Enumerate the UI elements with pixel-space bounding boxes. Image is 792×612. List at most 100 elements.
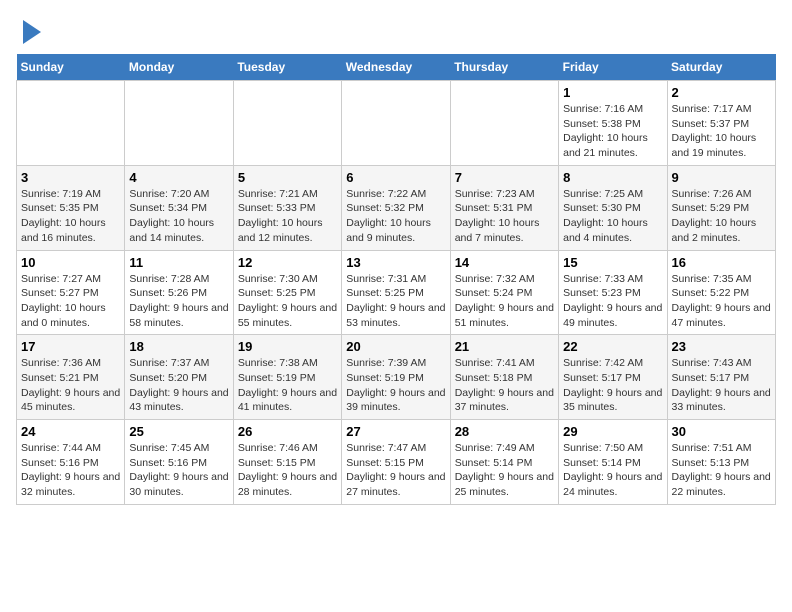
day-info: Sunrise: 7:41 AM Sunset: 5:18 PM Dayligh… bbox=[455, 356, 554, 415]
calendar-table: SundayMondayTuesdayWednesdayThursdayFrid… bbox=[16, 54, 776, 505]
day-info: Sunrise: 7:22 AM Sunset: 5:32 PM Dayligh… bbox=[346, 187, 445, 246]
calendar-cell: 23 Sunrise: 7:43 AM Sunset: 5:17 PM Dayli… bbox=[667, 335, 775, 420]
column-header-tuesday: Tuesday bbox=[233, 54, 341, 81]
day-number: 10 bbox=[21, 255, 120, 270]
calendar-cell bbox=[125, 81, 233, 166]
calendar-cell: 25Sunrise: 7:45 AM Sunset: 5:16 PM Dayli… bbox=[125, 420, 233, 505]
day-number: 2 bbox=[672, 85, 771, 100]
calendar-cell: 29 Sunrise: 7:50 AM Sunset: 5:14 PM Dayli… bbox=[559, 420, 667, 505]
day-info: Sunrise: 7:42 AM Sunset: 5:17 PM Dayligh… bbox=[563, 356, 662, 415]
day-number: 5 bbox=[238, 170, 337, 185]
day-number: 6 bbox=[346, 170, 445, 185]
calendar-week-row: 1 Sunrise: 7:16 AM Sunset: 5:38 PM Daylig… bbox=[17, 81, 776, 166]
calendar-cell: 5 Sunrise: 7:21 AM Sunset: 5:33 PM Daylig… bbox=[233, 165, 341, 250]
calendar-cell: 15 Sunrise: 7:33 AM Sunset: 5:23 PM Dayli… bbox=[559, 250, 667, 335]
day-info: Sunrise: 7:33 AM Sunset: 5:23 PM Dayligh… bbox=[563, 272, 662, 331]
column-header-wednesday: Wednesday bbox=[342, 54, 450, 81]
day-info: Sunrise: 7:50 AM Sunset: 5:14 PM Dayligh… bbox=[563, 441, 662, 500]
day-info: Sunrise: 7:44 AM Sunset: 5:16 PM Dayligh… bbox=[21, 441, 120, 500]
calendar-cell: 3 Sunrise: 7:19 AM Sunset: 5:35 PM Daylig… bbox=[17, 165, 125, 250]
day-number: 3 bbox=[21, 170, 120, 185]
calendar-cell: 22 Sunrise: 7:42 AM Sunset: 5:17 PM Dayli… bbox=[559, 335, 667, 420]
day-number: 26 bbox=[238, 424, 337, 439]
day-info: Sunrise: 7:49 AM Sunset: 5:14 PM Dayligh… bbox=[455, 441, 554, 500]
calendar-cell: 8 Sunrise: 7:25 AM Sunset: 5:30 PM Daylig… bbox=[559, 165, 667, 250]
column-header-thursday: Thursday bbox=[450, 54, 558, 81]
day-number: 22 bbox=[563, 339, 662, 354]
calendar-cell: 1 Sunrise: 7:16 AM Sunset: 5:38 PM Daylig… bbox=[559, 81, 667, 166]
day-info: Sunrise: 7:16 AM Sunset: 5:38 PM Dayligh… bbox=[563, 102, 662, 161]
day-number: 8 bbox=[563, 170, 662, 185]
calendar-cell: 4 Sunrise: 7:20 AM Sunset: 5:34 PM Daylig… bbox=[125, 165, 233, 250]
calendar-cell: 11Sunrise: 7:28 AM Sunset: 5:26 PM Dayli… bbox=[125, 250, 233, 335]
calendar-cell: 16 Sunrise: 7:35 AM Sunset: 5:22 PM Dayli… bbox=[667, 250, 775, 335]
calendar-cell: 14 Sunrise: 7:32 AM Sunset: 5:24 PM Dayli… bbox=[450, 250, 558, 335]
calendar-cell: 7Sunrise: 7:23 AM Sunset: 5:31 PM Daylig… bbox=[450, 165, 558, 250]
day-number: 27 bbox=[346, 424, 445, 439]
day-info: Sunrise: 7:26 AM Sunset: 5:29 PM Dayligh… bbox=[672, 187, 771, 246]
calendar-cell: 28 Sunrise: 7:49 AM Sunset: 5:14 PM Dayli… bbox=[450, 420, 558, 505]
day-info: Sunrise: 7:19 AM Sunset: 5:35 PM Dayligh… bbox=[21, 187, 120, 246]
column-header-monday: Monday bbox=[125, 54, 233, 81]
day-info: Sunrise: 7:46 AM Sunset: 5:15 PM Dayligh… bbox=[238, 441, 337, 500]
day-info: Sunrise: 7:47 AM Sunset: 5:15 PM Dayligh… bbox=[346, 441, 445, 500]
day-info: Sunrise: 7:30 AM Sunset: 5:25 PM Dayligh… bbox=[238, 272, 337, 331]
day-info: Sunrise: 7:35 AM Sunset: 5:22 PM Dayligh… bbox=[672, 272, 771, 331]
day-number: 19 bbox=[238, 339, 337, 354]
calendar-cell: 9 Sunrise: 7:26 AM Sunset: 5:29 PM Daylig… bbox=[667, 165, 775, 250]
calendar-cell bbox=[233, 81, 341, 166]
day-info: Sunrise: 7:43 AM Sunset: 5:17 PM Dayligh… bbox=[672, 356, 771, 415]
calendar-cell: 18 Sunrise: 7:37 AM Sunset: 5:20 PM Dayli… bbox=[125, 335, 233, 420]
logo bbox=[16, 16, 41, 44]
day-number: 24 bbox=[21, 424, 120, 439]
day-info: Sunrise: 7:25 AM Sunset: 5:30 PM Dayligh… bbox=[563, 187, 662, 246]
day-number: 1 bbox=[563, 85, 662, 100]
day-number: 14 bbox=[455, 255, 554, 270]
calendar-cell bbox=[17, 81, 125, 166]
calendar-cell: 2Sunrise: 7:17 AM Sunset: 5:37 PM Daylig… bbox=[667, 81, 775, 166]
calendar-header-row: SundayMondayTuesdayWednesdayThursdayFrid… bbox=[17, 54, 776, 81]
calendar-week-row: 17 Sunrise: 7:36 AM Sunset: 5:21 PM Dayli… bbox=[17, 335, 776, 420]
day-info: Sunrise: 7:21 AM Sunset: 5:33 PM Dayligh… bbox=[238, 187, 337, 246]
day-info: Sunrise: 7:37 AM Sunset: 5:20 PM Dayligh… bbox=[129, 356, 228, 415]
calendar-cell: 20Sunrise: 7:39 AM Sunset: 5:19 PM Dayli… bbox=[342, 335, 450, 420]
calendar-cell: 10 Sunrise: 7:27 AM Sunset: 5:27 PM Dayli… bbox=[17, 250, 125, 335]
day-number: 16 bbox=[672, 255, 771, 270]
calendar-cell: 12 Sunrise: 7:30 AM Sunset: 5:25 PM Dayli… bbox=[233, 250, 341, 335]
day-info: Sunrise: 7:32 AM Sunset: 5:24 PM Dayligh… bbox=[455, 272, 554, 331]
day-number: 7 bbox=[455, 170, 554, 185]
day-number: 13 bbox=[346, 255, 445, 270]
day-info: Sunrise: 7:31 AM Sunset: 5:25 PM Dayligh… bbox=[346, 272, 445, 331]
day-number: 25 bbox=[129, 424, 228, 439]
day-info: Sunrise: 7:38 AM Sunset: 5:19 PM Dayligh… bbox=[238, 356, 337, 415]
day-number: 12 bbox=[238, 255, 337, 270]
day-info: Sunrise: 7:51 AM Sunset: 5:13 PM Dayligh… bbox=[672, 441, 771, 500]
day-info: Sunrise: 7:20 AM Sunset: 5:34 PM Dayligh… bbox=[129, 187, 228, 246]
calendar-cell: 24 Sunrise: 7:44 AM Sunset: 5:16 PM Dayli… bbox=[17, 420, 125, 505]
column-header-saturday: Saturday bbox=[667, 54, 775, 81]
day-number: 23 bbox=[672, 339, 771, 354]
day-number: 9 bbox=[672, 170, 771, 185]
calendar-week-row: 10 Sunrise: 7:27 AM Sunset: 5:27 PM Dayli… bbox=[17, 250, 776, 335]
column-header-friday: Friday bbox=[559, 54, 667, 81]
day-number: 28 bbox=[455, 424, 554, 439]
calendar-cell: 17 Sunrise: 7:36 AM Sunset: 5:21 PM Dayli… bbox=[17, 335, 125, 420]
calendar-cell: 27 Sunrise: 7:47 AM Sunset: 5:15 PM Dayli… bbox=[342, 420, 450, 505]
day-number: 29 bbox=[563, 424, 662, 439]
day-info: Sunrise: 7:27 AM Sunset: 5:27 PM Dayligh… bbox=[21, 272, 120, 331]
calendar-cell: 21Sunrise: 7:41 AM Sunset: 5:18 PM Dayli… bbox=[450, 335, 558, 420]
calendar-cell: 30 Sunrise: 7:51 AM Sunset: 5:13 PM Dayli… bbox=[667, 420, 775, 505]
day-number: 15 bbox=[563, 255, 662, 270]
day-number: 30 bbox=[672, 424, 771, 439]
day-info: Sunrise: 7:36 AM Sunset: 5:21 PM Dayligh… bbox=[21, 356, 120, 415]
day-number: 18 bbox=[129, 339, 228, 354]
day-number: 17 bbox=[21, 339, 120, 354]
day-number: 20 bbox=[346, 339, 445, 354]
calendar-week-row: 24 Sunrise: 7:44 AM Sunset: 5:16 PM Dayli… bbox=[17, 420, 776, 505]
calendar-cell bbox=[342, 81, 450, 166]
column-header-sunday: Sunday bbox=[17, 54, 125, 81]
day-number: 4 bbox=[129, 170, 228, 185]
logo-arrow-icon bbox=[23, 20, 41, 44]
day-number: 11 bbox=[129, 255, 228, 270]
calendar-cell: 26 Sunrise: 7:46 AM Sunset: 5:15 PM Dayli… bbox=[233, 420, 341, 505]
